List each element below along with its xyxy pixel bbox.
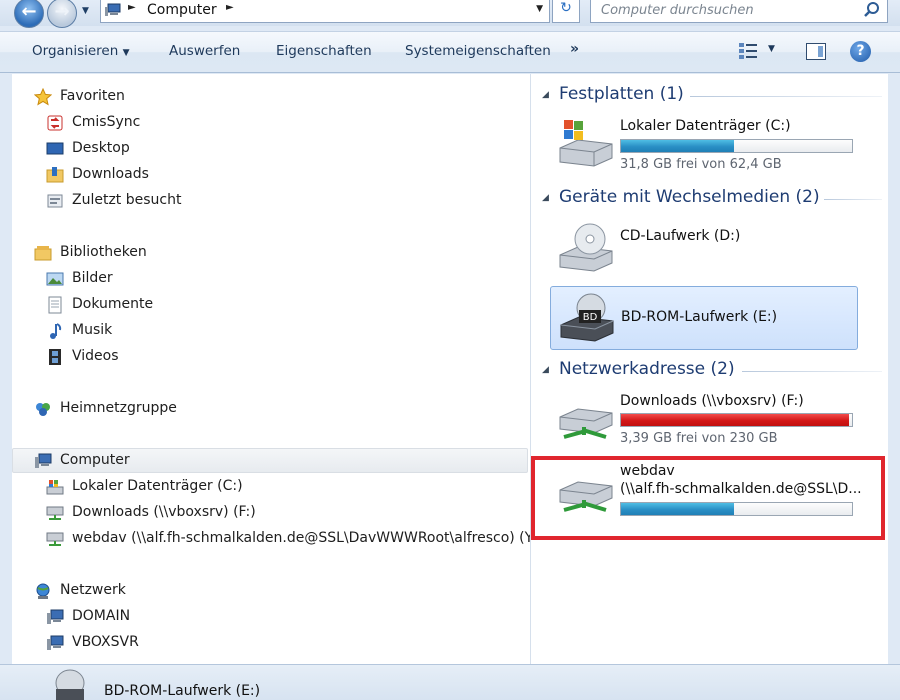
drive-usage-bar (620, 413, 853, 427)
bd-drive-icon (55, 669, 85, 700)
forward-arrow-icon: → (54, 1, 70, 22)
recent-pages-dropdown[interactable]: ▼ (82, 6, 89, 16)
desktop-icon (46, 142, 64, 155)
drive-usage-bar (620, 139, 853, 153)
nav-item-label: Desktop (72, 140, 130, 156)
drive-name: Lokaler Datenträger (C:) (620, 118, 791, 134)
computer-icon (105, 3, 121, 16)
search-placeholder: Computer durchsuchen (601, 3, 754, 18)
nav-computer-label: Computer (60, 452, 130, 468)
drive-free-space: 3,39 GB frei von 230 GB (620, 431, 778, 446)
breadcrumb-separator-icon[interactable]: ► (226, 2, 234, 13)
nav-item-label: VBOXSVR (72, 634, 139, 650)
recent-places-icon (47, 194, 63, 208)
annotation-highlight-box (531, 456, 885, 540)
eject-button[interactable]: Auswerfen (169, 43, 240, 59)
drive-tile-c[interactable]: Lokaler Datenträger (C:) 31,8 GB frei vo… (550, 112, 858, 176)
command-bar: Organisieren ▼ Auswerfen Eigenschaften S… (0, 31, 900, 73)
collapse-triangle-icon[interactable]: ◢ (542, 193, 549, 203)
nav-homegroup-label: Heimnetzgruppe (60, 400, 177, 416)
search-icon[interactable] (863, 1, 881, 19)
drive-tile-e[interactable]: BD BD-ROM-Laufwerk (E:) (550, 286, 858, 350)
nav-network-label: Netzwerk (60, 582, 126, 598)
network-drive-icon (46, 506, 64, 520)
homegroup-icon (36, 403, 50, 416)
collapse-triangle-icon[interactable]: ◢ (542, 365, 549, 375)
nav-libraries-label: Bibliotheken (60, 244, 147, 260)
drive-name: CD-Laufwerk (D:) (620, 228, 741, 244)
nav-item-label: Zuletzt besucht (72, 192, 182, 208)
drive-tile-d[interactable]: CD-Laufwerk (D:) (550, 217, 858, 281)
downloads-folder-icon (46, 167, 64, 183)
cmissync-icon (47, 115, 63, 131)
address-dropdown-icon[interactable]: ▼ (536, 4, 543, 14)
drive-free-space: 31,8 GB frei von 62,4 GB (620, 157, 782, 172)
nav-item-label: Musik (72, 322, 113, 338)
film-strip-icon (49, 349, 61, 365)
breadcrumb-separator-icon[interactable]: ► (128, 2, 136, 13)
windows-drive-icon (559, 120, 613, 167)
network-drive-icon (46, 532, 64, 546)
organize-button[interactable]: Organisieren ▼ (32, 43, 130, 59)
system-properties-button[interactable]: Systemeigenschaften (405, 43, 551, 59)
nav-item-label: Bilder (72, 270, 113, 286)
nav-item-label: Downloads (72, 166, 149, 182)
group-title: Netzwerkadresse (2) (559, 359, 735, 379)
network-drive-icon (559, 408, 613, 439)
nav-item-label: DOMAIN (72, 608, 131, 624)
drive-name: Downloads (\\vboxsrv) (F:) (620, 393, 804, 409)
address-field[interactable]: ► Computer ► ▼ (100, 0, 550, 23)
nav-item-label: CmisSync (72, 114, 141, 130)
nav-item-label: webdav (\\alf.fh-schmalkalden.de@SSL\Dav… (72, 530, 542, 546)
change-view-icon[interactable] (738, 42, 758, 60)
computer-icon (35, 453, 52, 468)
help-icon[interactable]: ? (850, 41, 871, 62)
drive-name: BD-ROM-Laufwerk (E:) (621, 309, 778, 325)
collapse-triangle-icon[interactable]: ◢ (542, 90, 549, 100)
music-note-icon (50, 323, 62, 339)
group-divider (690, 96, 882, 97)
group-divider (742, 371, 882, 372)
search-input[interactable]: Computer durchsuchen (590, 0, 888, 23)
nav-item-label: Lokaler Datenträger (C:) (72, 478, 243, 494)
back-arrow-icon: ← (21, 1, 37, 22)
bd-drive-icon: BD (560, 293, 614, 342)
drive-tile-f[interactable]: Downloads (\\vboxsrv) (F:) 3,39 GB frei … (550, 387, 858, 451)
computer-icon (47, 609, 64, 624)
refresh-button[interactable]: ↻ (552, 0, 580, 23)
cd-drive-icon (559, 223, 613, 272)
chevron-down-icon: ▼ (122, 48, 130, 58)
nav-item-label: Downloads (\\vboxsrv) (F:) (72, 504, 256, 520)
nav-favorites-label: Favoriten (60, 88, 125, 104)
address-bar-row: ← → ▼ ► Computer ► ▼ ↻ Computer durchsuc… (0, 0, 900, 28)
network-globe-icon (36, 583, 50, 599)
drive-usage-fill (621, 140, 735, 152)
navigation-pane: Favoriten CmisSync Desktop Downloads Zul… (12, 74, 542, 664)
group-title: Geräte mit Wechselmedien (2) (559, 187, 820, 207)
breadcrumb-computer[interactable]: Computer (147, 2, 217, 18)
nav-item-label: Videos (72, 348, 119, 364)
more-commands-button[interactable]: » (570, 41, 579, 57)
drive-usage-fill (621, 414, 849, 426)
group-divider (824, 199, 882, 200)
properties-button[interactable]: Eigenschaften (276, 43, 372, 59)
content-pane: ◢ Festplatten (1) Lokaler Datenträger (C… (534, 74, 888, 664)
windows-drive-icon (46, 480, 64, 495)
documents-icon (48, 296, 62, 314)
selected-item-name: BD-ROM-Laufwerk (E:) (104, 683, 261, 699)
bd-label: BD (583, 312, 598, 323)
nav-item-label: Dokumente (72, 296, 154, 312)
pictures-icon (46, 272, 64, 286)
view-options-dropdown-icon[interactable]: ▼ (768, 44, 775, 54)
star-icon (34, 88, 52, 106)
computer-icon (47, 635, 64, 650)
back-button[interactable]: ← (14, 0, 44, 28)
preview-pane-icon[interactable] (806, 43, 826, 60)
details-pane: BD-ROM-Laufwerk (E:) (0, 664, 900, 700)
libraries-icon (34, 246, 52, 261)
organize-label: Organisieren (32, 43, 119, 59)
refresh-icon: ↻ (560, 0, 572, 16)
forward-button[interactable]: → (47, 0, 77, 28)
group-title: Festplatten (1) (559, 84, 684, 104)
